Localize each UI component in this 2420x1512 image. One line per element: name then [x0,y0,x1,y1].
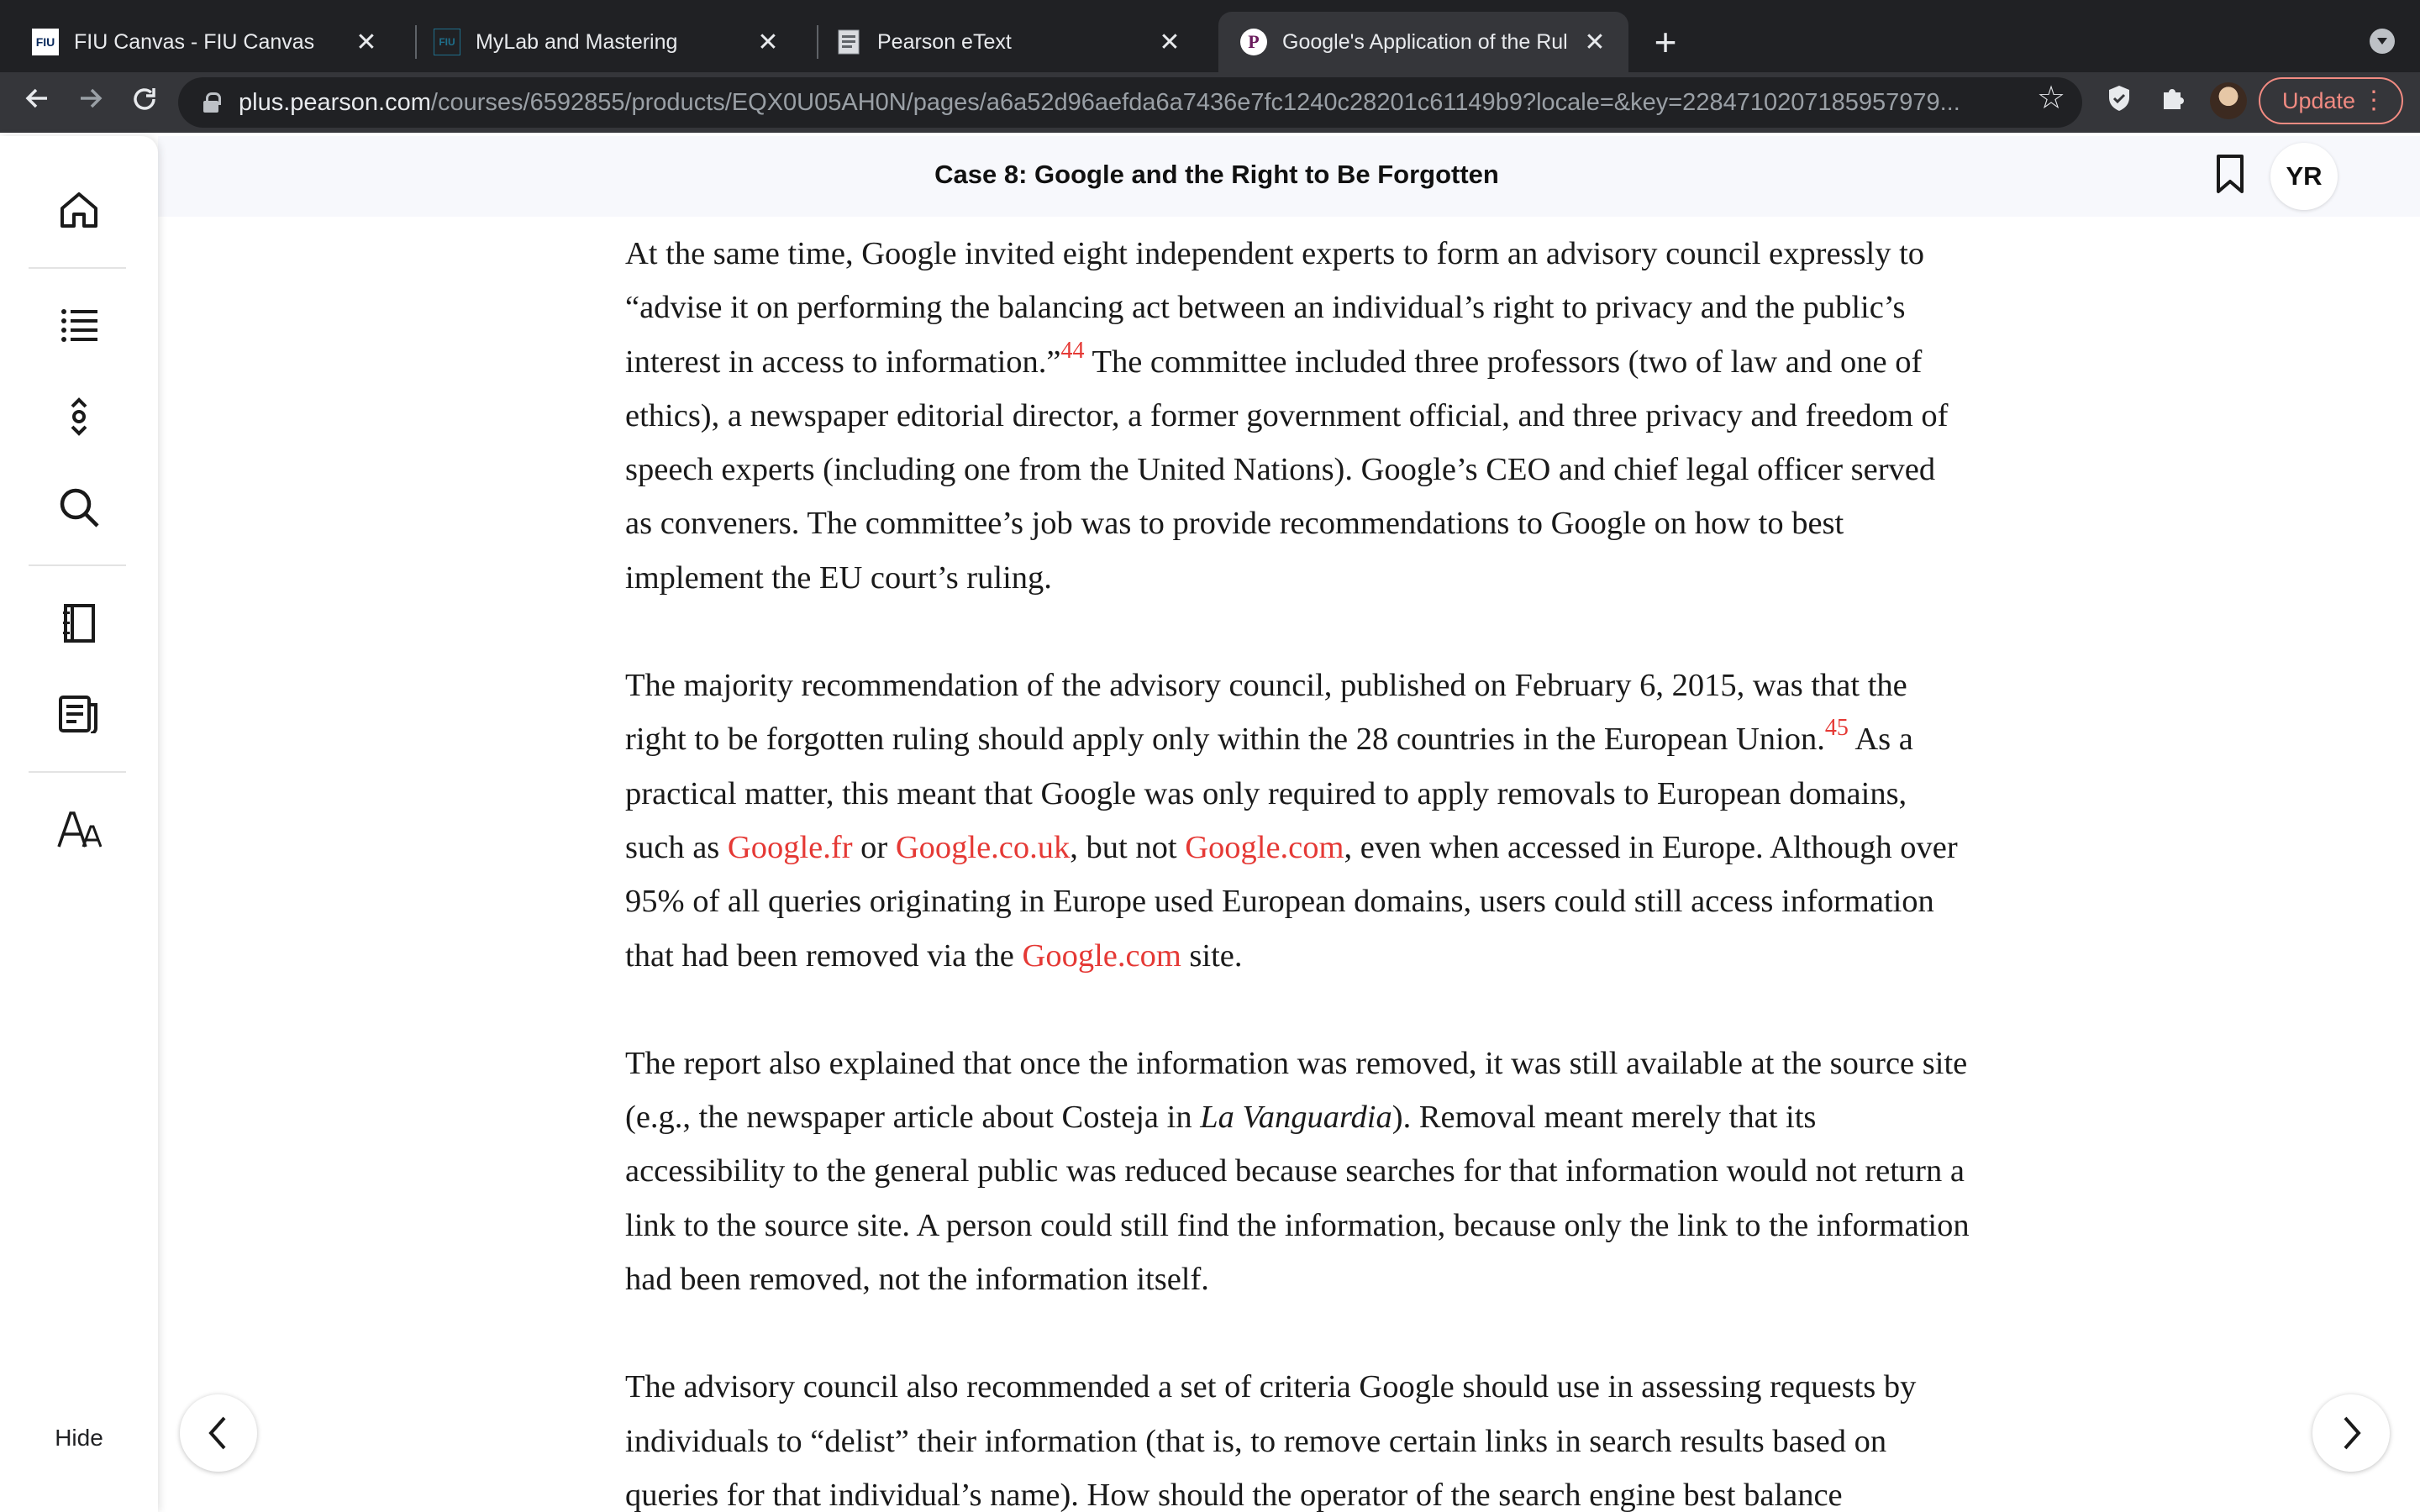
close-icon[interactable]: ✕ [755,28,781,57]
profile-avatar[interactable] [2210,82,2247,119]
search-icon[interactable] [54,482,104,533]
tab-title: Pearson eText [877,29,1012,54]
flashcards-icon[interactable] [54,689,104,739]
back-arrow-icon[interactable] [15,81,59,124]
pearson-favicon-icon: P [1240,29,1267,55]
tab-google-right-to-be-forgotten[interactable]: P Google's Application of the Rul ✕ [1218,12,1628,72]
paragraph: At the same time, Google invited eight i… [625,236,1949,596]
shield-extension-icon[interactable] [2101,84,2138,121]
browser-toolbar: plus.pearson.com/courses/6592855/product… [0,72,2420,133]
extensions-puzzle-icon[interactable] [2154,84,2191,121]
fiu-favicon-icon: FIU [32,29,59,55]
tab-fiu-canvas[interactable]: FIU FIU Canvas - FIU Canvas ✕ [0,12,400,72]
bookmark-star-icon[interactable]: ☆ [2037,79,2065,117]
text-settings-icon[interactable] [54,805,104,855]
page-title: Case 8: Google and the Right to Be Forgo… [934,160,1499,189]
link-google-co-uk[interactable]: Google.co.uk [896,830,1070,865]
fiu-favicon-icon: FIU [434,29,460,55]
update-button[interactable]: Update ⋮ [2259,77,2403,124]
page-navigation-icon[interactable] [54,391,104,442]
reader-sidebar: Hide [0,136,158,1512]
chevron-left-icon [208,1416,226,1450]
notebook-icon[interactable] [54,598,104,648]
document-icon [835,29,862,55]
sidebar-divider [29,564,126,566]
paragraph: The report also explained that once the … [625,1045,1970,1298]
tab-mylab[interactable]: FIU MyLab and Mastering ✕ [402,12,802,72]
sidebar-divider [29,771,126,773]
link-google-com[interactable]: Google.com [1023,938,1181,974]
next-page-button[interactable] [2312,1394,2390,1472]
forward-arrow-icon[interactable] [69,81,113,124]
lock-icon[interactable] [203,92,221,113]
link-google-fr[interactable]: Google.fr [728,830,853,865]
tab-search-dropdown-icon[interactable] [2370,29,2395,54]
tab-title: FIU Canvas - FIU Canvas [74,29,315,54]
chevron-right-icon [2344,1416,2361,1450]
close-icon[interactable]: ✕ [1156,28,1183,57]
url-text: plus.pearson.com/courses/6592855/product… [239,88,1960,116]
tab-title: Google's Application of the Rul [1282,29,1568,54]
tab-pearson-etext[interactable]: Pearson eText ✕ [803,12,1203,72]
table-of-contents-icon[interactable] [54,301,104,351]
link-google-com[interactable]: Google.com [1185,830,1344,865]
close-icon[interactable]: ✕ [353,28,380,57]
paragraph: The advisory council also recommended a … [625,1369,1917,1512]
footnote-link[interactable]: 44 [1061,338,1085,364]
close-icon[interactable]: ✕ [1581,28,1608,57]
tab-title: MyLab and Mastering [476,29,678,54]
reload-icon[interactable] [123,81,166,124]
address-bar[interactable]: plus.pearson.com/courses/6592855/product… [178,77,2082,128]
sidebar-divider [29,267,126,269]
hide-sidebar-button[interactable]: Hide [0,1425,158,1452]
etext-content: At the same time, Google invited eight i… [625,227,1970,1512]
new-tab-button[interactable]: + [1642,18,1689,66]
previous-page-button[interactable] [180,1394,257,1472]
update-label: Update [2282,87,2356,113]
user-avatar[interactable]: YR [2270,143,2338,210]
browser-tab-bar: FIU FIU Canvas - FIU Canvas ✕ FIU MyLab … [0,0,2420,72]
bookmark-icon[interactable] [2213,153,2257,200]
kebab-menu-icon: ⋮ [2361,87,2386,114]
paragraph: The majority recommendation of the advis… [625,668,1958,974]
footnote-link[interactable]: 45 [1825,715,1849,741]
home-icon[interactable] [54,185,104,235]
reader-header: Case 8: Google and the Right to Be Forgo… [158,136,2420,217]
